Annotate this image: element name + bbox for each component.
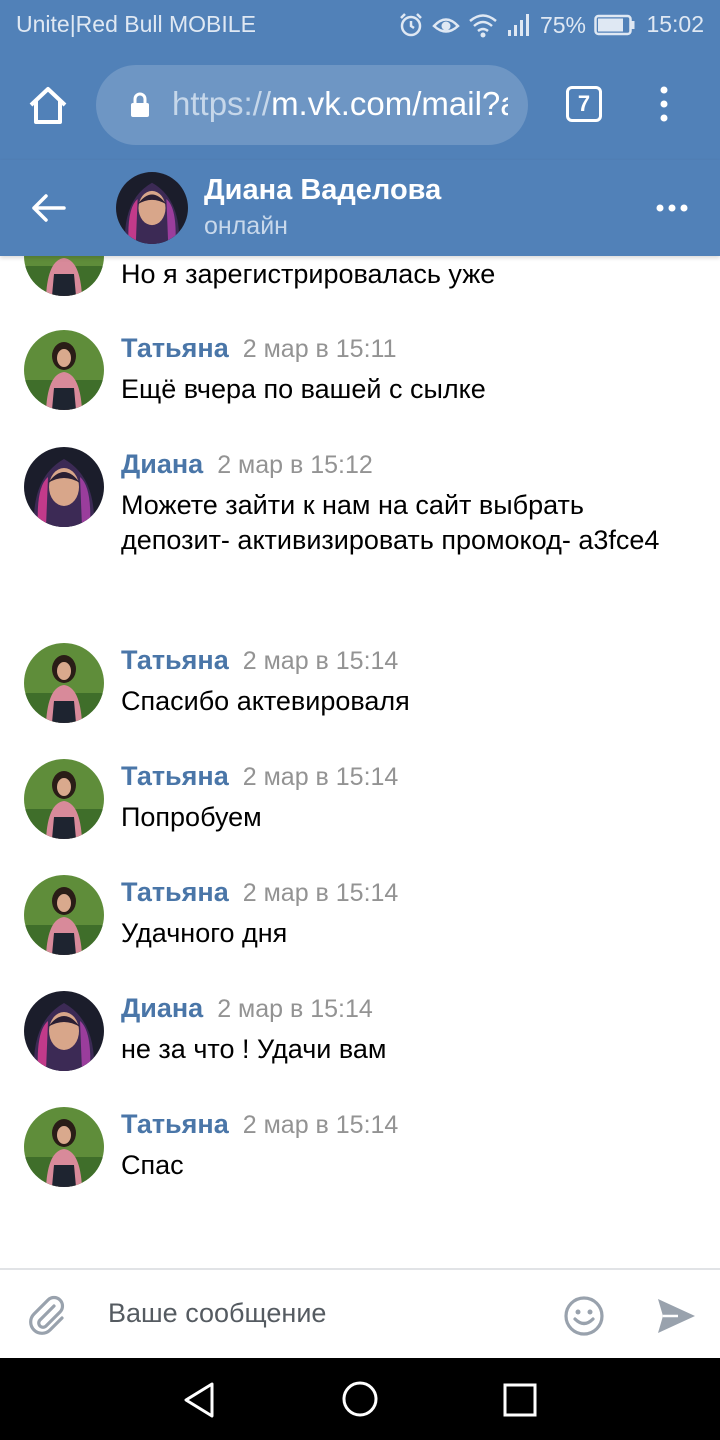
avatar[interactable] <box>24 256 104 296</box>
author-name[interactable]: Татьяна <box>121 1109 229 1139</box>
chat-header: Диана Ваделова онлайн <box>0 160 720 256</box>
message-text: не за что ! Удачи вам <box>121 1034 387 1064</box>
avatar[interactable] <box>24 643 104 723</box>
browser-menu-icon[interactable] <box>654 84 674 124</box>
message-input[interactable] <box>96 1288 536 1338</box>
status-icons: 75% <box>398 10 636 40</box>
message-text: Спас <box>121 1150 184 1180</box>
author-name[interactable]: Татьяна <box>121 333 229 363</box>
message-text: Ещё вчера по вашей с сылке <box>121 374 486 404</box>
avatar[interactable] <box>24 759 104 839</box>
message-author[interactable]: Татьяна 2 мар в 15:11 <box>121 333 396 364</box>
battery-percent: 75% <box>539 11 586 38</box>
message-author[interactable]: Татьяна 2 мар в 15:14 <box>121 877 398 908</box>
author-name[interactable]: Татьяна <box>121 645 229 675</box>
message-author[interactable]: Диана 2 мар в 15:12 <box>121 449 373 480</box>
message-text: Удачного дня <box>121 918 288 948</box>
send-icon[interactable] <box>654 1294 698 1338</box>
url-path: m.vk.com/mail?a <box>271 85 508 122</box>
home-icon[interactable] <box>24 82 72 130</box>
message-date: 2 мар в 15:12 <box>217 451 373 479</box>
avatar[interactable] <box>24 991 104 1071</box>
author-name[interactable]: Диана <box>121 993 203 1023</box>
message-composer <box>0 1268 720 1358</box>
message-text: Можете зайти к нам на сайт выбрать депоз… <box>121 490 660 555</box>
message-date: 2 мар в 15:14 <box>217 995 373 1023</box>
alarm-icon <box>400 13 422 37</box>
chat-title[interactable]: Диана Ваделова <box>204 174 441 207</box>
emoji-icon[interactable] <box>562 1294 606 1338</box>
carrier-name: Unite|Red Bull MOBILE <box>16 11 256 37</box>
message-date: 2 мар в 15:11 <box>242 335 397 363</box>
back-arrow-icon[interactable] <box>28 188 68 228</box>
url-text[interactable]: https://m.vk.com/mail?a <box>172 85 508 123</box>
message-text: Спасибо актевироваля <box>121 686 410 716</box>
avatar[interactable] <box>24 875 104 955</box>
browser-toolbar: https://m.vk.com/mail?a 7 <box>0 50 720 160</box>
address-bar[interactable]: https://m.vk.com/mail?a <box>96 65 528 145</box>
more-options-icon[interactable] <box>652 196 692 220</box>
nav-recent-apps-icon[interactable] <box>502 1382 538 1418</box>
chat-status: онлайн <box>204 212 288 240</box>
message-date: 2 мар в 15:14 <box>242 1111 399 1139</box>
message-date: 2 мар в 15:14 <box>242 879 399 907</box>
avatar[interactable] <box>116 172 188 244</box>
avatar[interactable] <box>24 447 104 527</box>
status-bar: Unite|Red Bull MOBILE 75% 15:02 <box>0 0 720 50</box>
message-author[interactable]: Татьяна 2 мар в 15:14 <box>121 761 398 792</box>
battery-icon <box>594 14 635 36</box>
author-name[interactable]: Диана <box>121 449 203 479</box>
author-name[interactable]: Татьяна <box>121 877 229 907</box>
nav-home-icon[interactable] <box>340 1379 380 1419</box>
system-nav-bar <box>0 1358 720 1440</box>
message-text: Попробуем <box>121 802 262 832</box>
message-list[interactable]: Но я зарегистрировалась уже Татьяна 2 мар… <box>0 256 720 1268</box>
signal-icon <box>507 14 529 36</box>
avatar[interactable] <box>24 1107 104 1187</box>
message-author[interactable]: Татьяна 2 мар в 15:14 <box>121 645 398 676</box>
message-date: 2 мар в 15:14 <box>242 763 399 791</box>
tab-switcher-button[interactable]: 7 <box>566 86 602 122</box>
message-date: 2 мар в 15:14 <box>242 647 399 675</box>
wifi-icon <box>469 14 497 38</box>
avatar[interactable] <box>24 330 104 410</box>
nav-back-icon[interactable] <box>180 1380 220 1420</box>
eye-icon <box>432 18 460 33</box>
message-text: Но я зарегистрировалась уже <box>121 259 496 289</box>
lock-icon <box>131 92 149 117</box>
message-author[interactable]: Диана 2 мар в 15:14 <box>121 993 373 1024</box>
author-name[interactable]: Татьяна <box>121 761 229 791</box>
message-author[interactable]: Татьяна 2 мар в 15:14 <box>121 1109 398 1140</box>
paperclip-icon[interactable] <box>24 1292 68 1336</box>
url-scheme: https:// <box>172 85 272 122</box>
status-time: 15:02 <box>646 11 704 37</box>
